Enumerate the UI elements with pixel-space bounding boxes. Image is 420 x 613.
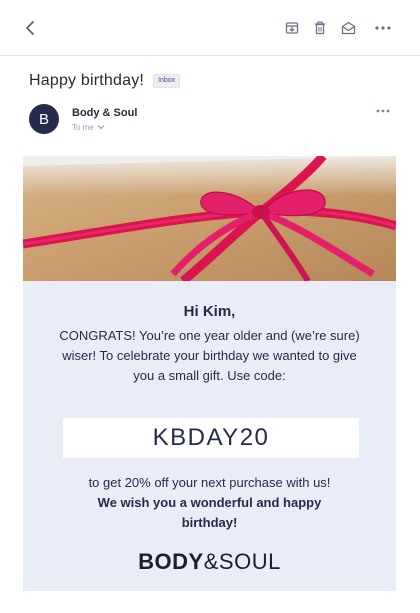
more-horizontal-icon	[375, 26, 391, 30]
greeting: Hi Kim,	[183, 303, 236, 320]
intro-paragraph: CONGRATS! You’re one year older and (we’…	[59, 328, 360, 383]
brand-logo[interactable]: BODY&SOUL	[23, 549, 396, 575]
recipient-label: To me	[72, 123, 94, 132]
gift-hero-image	[23, 156, 396, 281]
wish-text: We wish you a wonderful and happy birthd…	[97, 495, 322, 530]
logo-bold-text: BODY	[138, 549, 204, 574]
logo-light-text: &SOUL	[203, 549, 281, 574]
more-horizontal-icon	[376, 109, 390, 113]
promo-code[interactable]: KBDAY20	[63, 418, 359, 458]
email-subject: Happy birthday!	[29, 72, 145, 89]
mark-unread-button[interactable]	[336, 16, 360, 40]
email-content: Hi Kim, CONGRATS! You’re one year older …	[23, 156, 396, 591]
archive-icon	[285, 22, 299, 34]
folder-badge[interactable]: Inbox	[153, 74, 181, 88]
sender-avatar[interactable]: B	[29, 104, 59, 134]
chevron-left-icon	[26, 21, 34, 35]
sender-name[interactable]: Body & Soul	[72, 107, 137, 119]
top-toolbar	[0, 0, 420, 56]
delete-button[interactable]	[308, 16, 332, 40]
recipient-toggle[interactable]: To me	[72, 123, 105, 132]
offer-text: to get 20% off your next purchase with u…	[88, 475, 331, 490]
trash-icon	[315, 21, 325, 35]
envelope-open-icon	[341, 21, 355, 35]
message-more-button[interactable]	[372, 101, 394, 121]
chevron-down-icon	[97, 123, 105, 132]
back-button[interactable]	[18, 16, 42, 40]
email-body: Hi Kim, CONGRATS! You’re one year older …	[23, 281, 396, 591]
archive-button[interactable]	[280, 16, 304, 40]
more-options-button[interactable]	[371, 16, 395, 40]
subject-row: Happy birthday! Inbox	[29, 70, 181, 92]
